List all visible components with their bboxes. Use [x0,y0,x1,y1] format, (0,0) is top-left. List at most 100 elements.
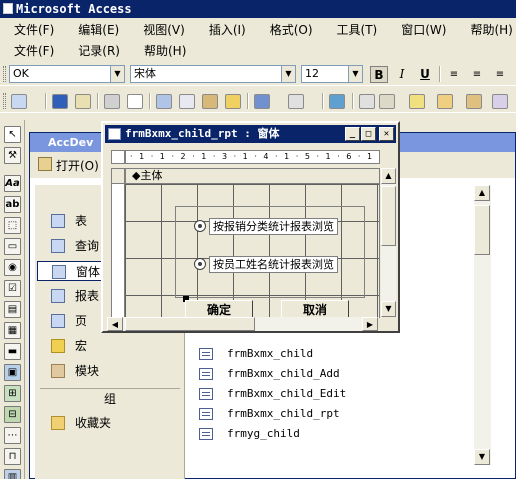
list-item[interactable]: frmBxmx_child_Edit [197,385,346,403]
toolbar-grip[interactable] [3,66,6,82]
listbox-icon[interactable]: ▦ [4,322,21,339]
form-selector[interactable] [111,150,125,164]
object-reports[interactable]: 报表 [43,286,99,306]
option-group-icon[interactable]: ⬚ [4,217,21,234]
form-horizontal-scrollbar[interactable]: ◀ ▶ [107,317,378,331]
tab-icon[interactable]: ⊓ [4,448,21,465]
align-center-icon[interactable]: ≡ [468,66,486,83]
object-pages[interactable]: 页 [43,311,87,331]
pagebreak-icon[interactable]: ⋯ [4,427,21,444]
menu-insert[interactable]: 插入(I) [209,21,246,38]
align-left-icon[interactable]: ≡ [445,66,463,83]
build-icon[interactable] [492,94,508,109]
toggle-icon[interactable]: ▭ [4,238,21,255]
code-icon[interactable] [437,94,453,109]
checkbox-icon[interactable]: ☑ [4,280,21,297]
properties-icon[interactable] [466,94,482,109]
subform-icon[interactable]: ▥ [4,469,21,479]
menu-format[interactable]: 格式(O) [270,21,313,38]
menu2-help[interactable]: 帮助(H) [144,42,186,59]
scroll-thumb[interactable] [125,317,255,331]
file-search-icon[interactable] [75,94,91,109]
scroll-down-icon[interactable]: ▼ [381,301,396,317]
command-icon[interactable]: ▬ [4,343,21,360]
scroll-up-icon[interactable]: ▲ [474,185,490,201]
object-modules[interactable]: 模块 [43,361,99,381]
list-item[interactable]: frmyg_child [197,425,300,443]
minimize-icon[interactable]: _ [345,127,360,141]
groups-header[interactable]: 组 [40,388,180,408]
hyperlink-icon[interactable] [329,94,345,109]
option2-radio[interactable] [194,258,206,270]
toolbox-toggle-icon[interactable] [379,94,395,109]
open-button[interactable]: 打开(O) [56,157,99,174]
redo-icon[interactable] [288,94,304,109]
scroll-up-icon[interactable]: ▲ [381,168,396,184]
dropdown-arrow-icon[interactable]: ▼ [348,66,362,82]
toolbar-grip[interactable] [3,93,6,109]
list-item[interactable]: frmBxmx_child [197,345,313,363]
menu2-file[interactable]: 文件(F) [14,42,54,59]
option-icon[interactable]: ◉ [4,259,21,276]
italic-button[interactable]: I [393,66,411,83]
menu2-records[interactable]: 记录(R) [78,42,120,59]
autoformat-icon[interactable] [409,94,425,109]
font-combo[interactable]: 宋体 ▼ [130,65,296,83]
font-size-combo[interactable]: 12 ▼ [301,65,363,83]
menu-file[interactable]: 文件(F) [14,21,54,38]
object-combo[interactable]: OK ▼ [9,65,125,83]
field-list-icon[interactable] [359,94,375,109]
dropdown-arrow-icon[interactable]: ▼ [110,66,124,82]
bound-frame-icon[interactable]: ⊟ [4,406,21,423]
menu-window[interactable]: 窗口(W) [401,21,446,38]
option2-label[interactable]: 按员工姓名统计报表浏览 [209,256,338,273]
favorites-group[interactable]: 收藏夹 [43,413,111,433]
select-icon[interactable]: ↖ [4,126,21,143]
menu-tools[interactable]: 工具(T) [337,21,378,38]
menu-help[interactable]: 帮助(H) [470,21,512,38]
db-list-scrollbar[interactable]: ▲ ▼ [474,185,491,465]
object-queries[interactable]: 查询 [43,236,99,256]
object-macros[interactable]: 宏 [43,336,87,356]
textbox-icon[interactable]: ab [4,196,21,213]
menu-edit[interactable]: 编辑(E) [78,21,119,38]
view-icon[interactable] [11,94,27,109]
copy-icon[interactable] [179,94,195,109]
save-icon[interactable] [52,94,68,109]
list-item[interactable]: frmBxmx_child_rpt [197,405,340,423]
cut-icon[interactable] [156,94,172,109]
scroll-right-icon[interactable]: ▶ [362,317,378,331]
print-preview-icon[interactable] [127,94,143,109]
detail-section-header[interactable]: ◆主体 [125,168,380,184]
maximize-icon[interactable]: □ [361,127,376,141]
image-icon[interactable]: ▣ [4,364,21,381]
bold-button[interactable]: B [370,66,388,83]
format-painter-icon[interactable] [225,94,241,109]
undo-icon[interactable] [254,94,270,109]
section-selector[interactable] [111,168,125,184]
close-icon[interactable]: ✕ [379,127,394,141]
list-item[interactable]: frmBxmx_child_Add [197,365,340,383]
paste-icon[interactable] [202,94,218,109]
object-label: 页 [75,314,88,328]
dropdown-arrow-icon[interactable]: ▼ [281,66,295,82]
unbound-frame-icon[interactable]: ⊞ [4,385,21,402]
scroll-down-icon[interactable]: ▼ [474,449,490,465]
option1-label[interactable]: 按报销分类统计报表浏览 [209,218,338,235]
print-icon[interactable] [104,94,120,109]
scroll-left-icon[interactable]: ◀ [107,317,123,331]
label-icon[interactable]: Aa [4,175,21,192]
combo-icon[interactable]: ▤ [4,301,21,318]
object-tables[interactable]: 表 [43,211,87,231]
align-right-icon[interactable]: ≡ [491,66,509,83]
design-grid[interactable]: 按报销分类统计报表浏览 按员工姓名统计报表浏览 [125,184,380,318]
font-combo-value: 宋体 [134,67,156,80]
form-vertical-scrollbar[interactable]: ▲ ▼ [381,168,396,317]
scroll-thumb[interactable] [474,205,490,255]
scroll-thumb[interactable] [381,186,396,246]
option1-radio[interactable] [194,220,206,232]
formatting-toolbar: OK ▼ 宋体 ▼ 12 ▼ B I U ≡ ≡ ≡ [0,62,516,86]
underline-button[interactable]: U [416,66,434,83]
wand-icon[interactable]: ⚒ [4,147,21,164]
menu-view[interactable]: 视图(V) [143,21,185,38]
